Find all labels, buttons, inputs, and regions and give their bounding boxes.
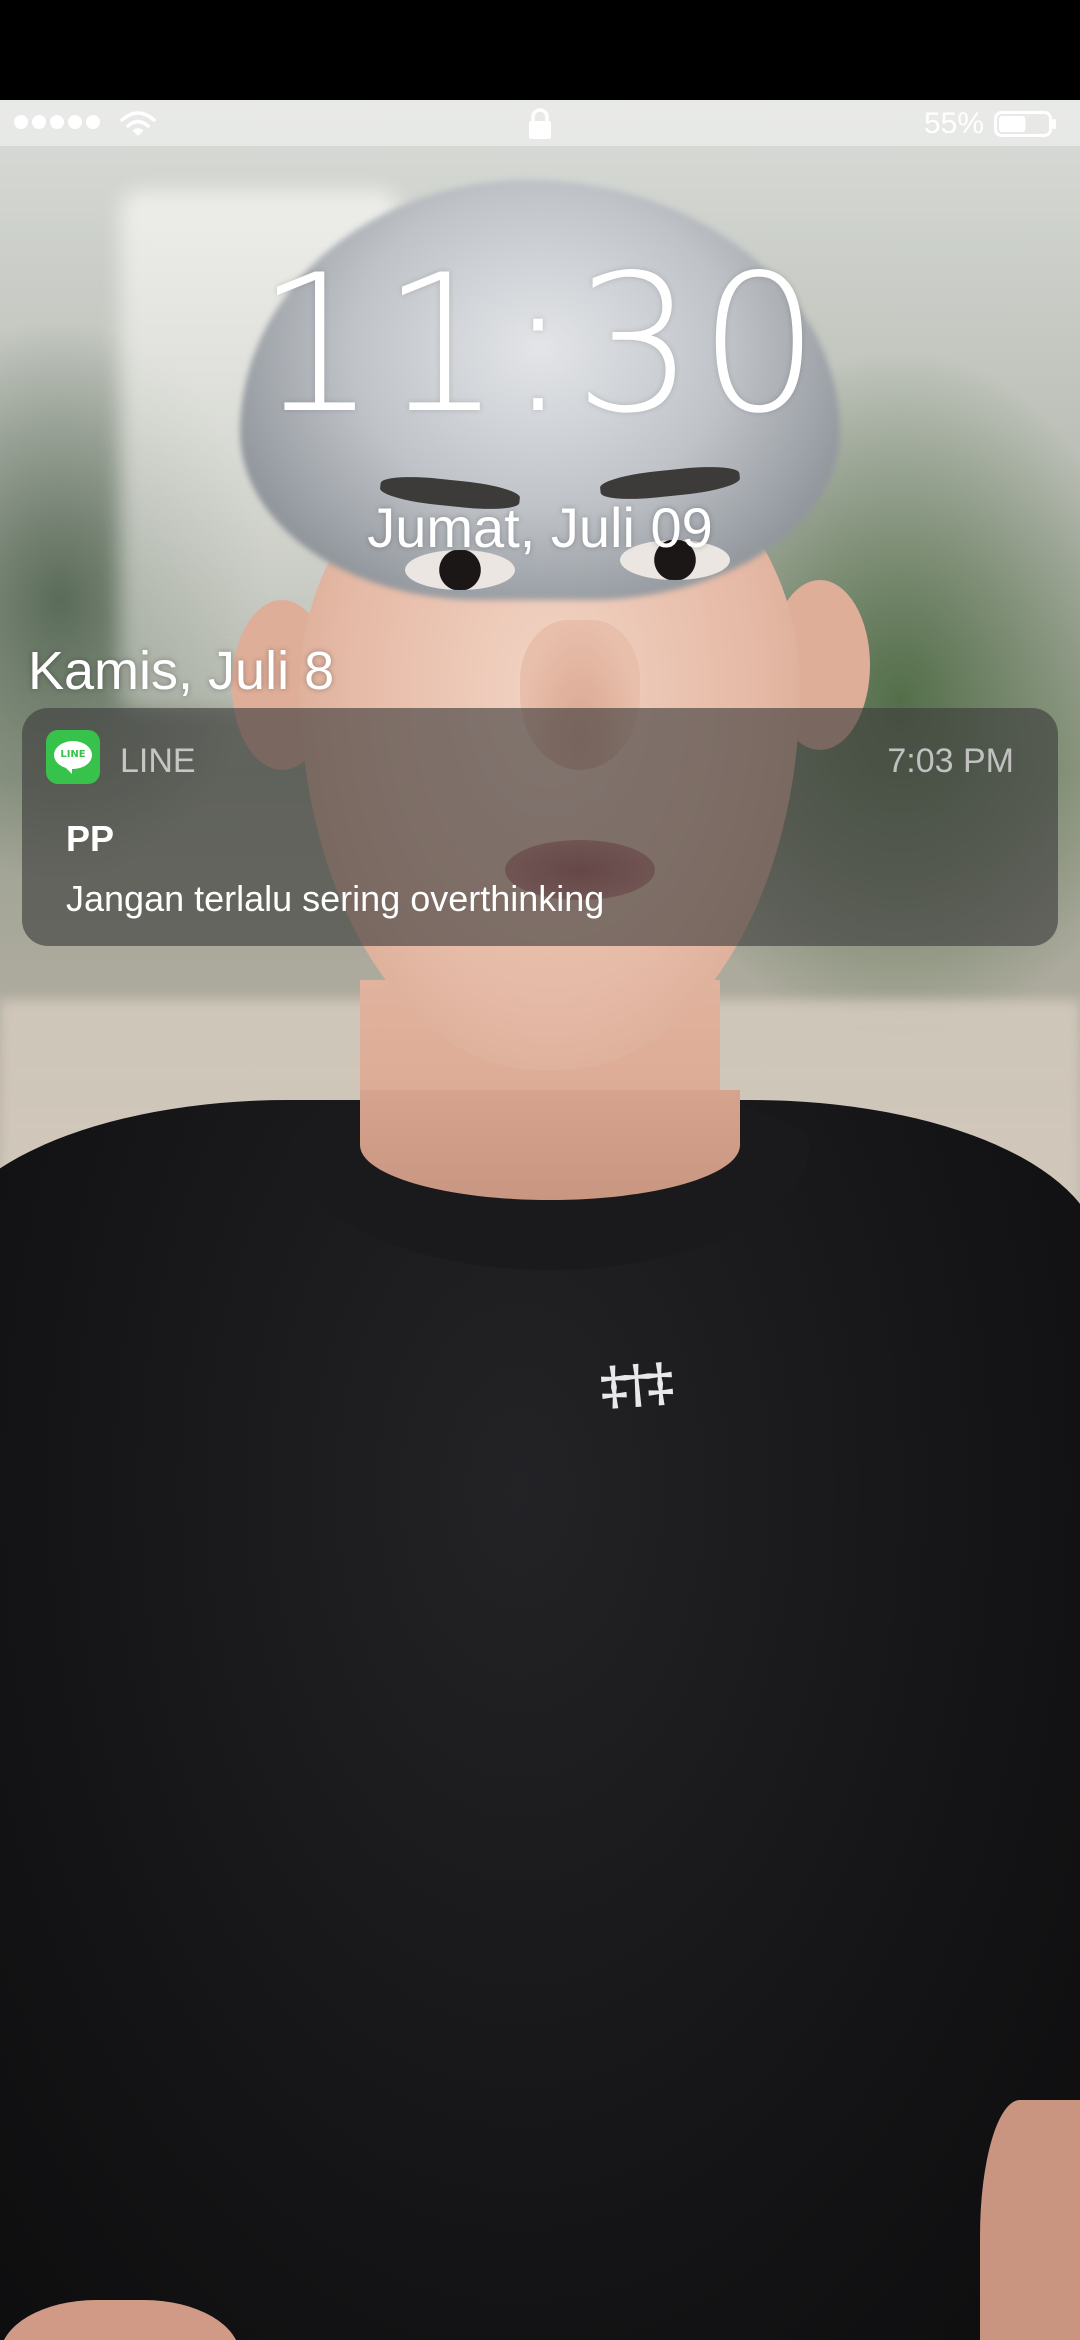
notification-body: Jangan terlalu sering overthinking xyxy=(66,878,605,919)
lock-screen: ‡†‡ 55% 11:30 Jumat, Juli 09 Kamis, Juli… xyxy=(0,0,1080,2340)
lock-date: Jumat, Juli 09 xyxy=(367,496,713,559)
wallpaper-shirt xyxy=(0,1100,1080,2340)
wallpaper-arm-right xyxy=(980,2100,1080,2340)
battery-icon xyxy=(994,111,1056,137)
battery-percent: 55% xyxy=(923,107,984,140)
lock-clock: 11:30 xyxy=(256,234,824,455)
status-bar: 55% xyxy=(0,100,1080,146)
notification-title: PP xyxy=(66,818,115,859)
lock-icon xyxy=(529,108,551,139)
line-app-icon: LINE xyxy=(46,730,100,784)
line-notification[interactable]: LINE LINE 7:03 PM PP Jangan terlalu seri… xyxy=(22,708,1058,946)
notification-time: 7:03 PM xyxy=(887,742,1014,780)
wifi-icon xyxy=(120,111,156,136)
wallpaper-collar-skin xyxy=(360,1090,740,1200)
wallpaper-shirt-logo: ‡†‡ xyxy=(598,1351,672,1418)
notification-date-header: Kamis, Juli 8 xyxy=(28,641,335,701)
notification-app-name: LINE xyxy=(120,742,196,780)
top-bezel xyxy=(0,0,1080,100)
signal-dots-icon xyxy=(14,115,100,129)
